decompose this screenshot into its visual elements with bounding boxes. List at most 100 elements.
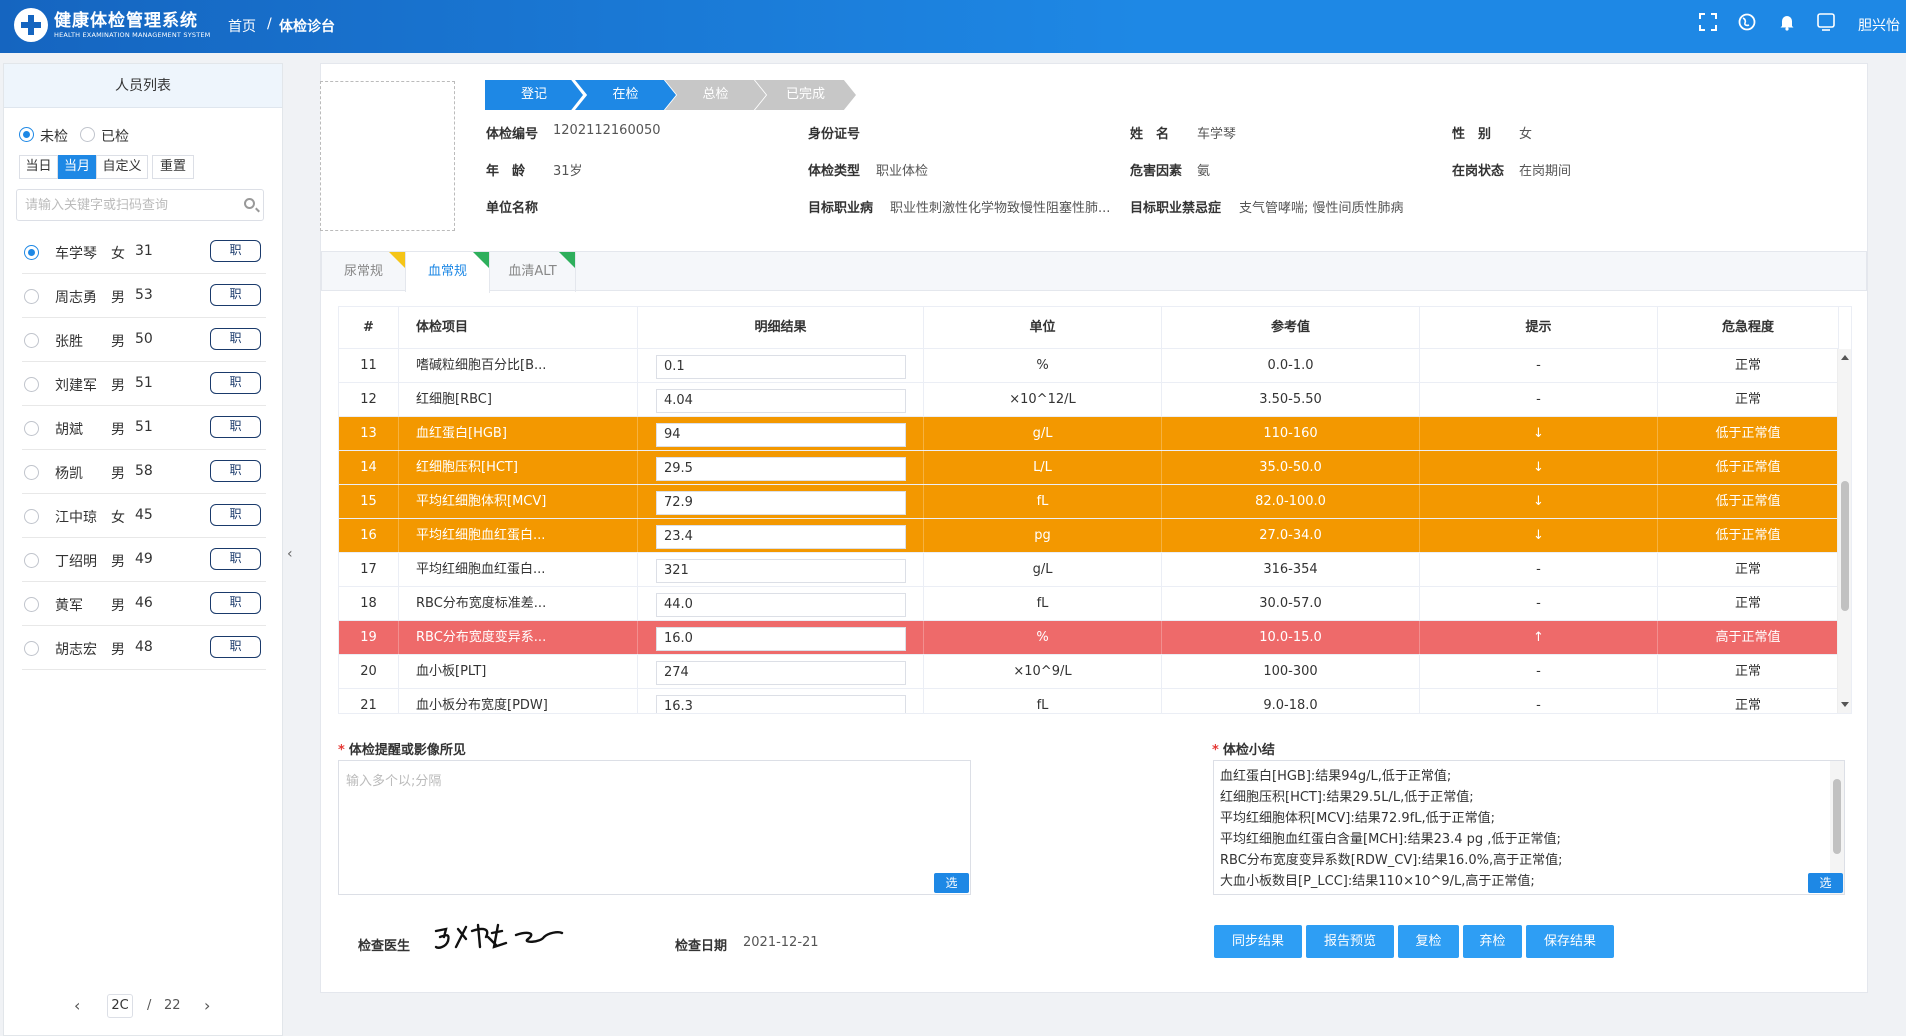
recheck-button[interactable]: 复检 xyxy=(1398,925,1459,958)
fullscreen-icon[interactable] xyxy=(1697,13,1719,35)
table-row[interactable]: 19 RBC分布宽度变异系... 16.0% 10.0-15.0 ↑ 高于正常值 xyxy=(339,621,1839,655)
tab-blood-routine[interactable]: 血常规 xyxy=(406,252,490,293)
occupational-tag[interactable]: 职 xyxy=(210,592,261,614)
person-list-item[interactable]: 周志勇男 53 职 xyxy=(22,274,266,318)
table-row[interactable]: 20 血小板[PLT] 274 ×10^9/L 100-300- 正常 xyxy=(339,655,1839,689)
cell-item: 血红蛋白[HGB] xyxy=(399,417,638,451)
result-input[interactable]: 94 xyxy=(656,423,906,447)
cell-no: 16 xyxy=(339,519,399,553)
prev-page-icon[interactable]: ‹ xyxy=(74,996,80,1015)
remark-textarea[interactable]: 输入多个以;分隔 xyxy=(338,760,971,895)
search-icon[interactable] xyxy=(244,198,255,209)
bell-icon[interactable] xyxy=(1776,13,1798,35)
table-row[interactable]: 12 红细胞[RBC] 4.04 ×10^12/L 3.50-5.50- 正常 xyxy=(339,383,1839,417)
summary-textarea[interactable]: 血红蛋白[HGB]:结果94g/L,低于正常值; 红细胞压积[HCT]:结果29.… xyxy=(1213,760,1845,895)
cell-reference: 30.0-57.0 xyxy=(1162,587,1420,621)
occupational-tag[interactable]: 职 xyxy=(210,328,261,350)
filter-reset[interactable]: 重置 xyxy=(152,155,194,179)
result-input[interactable]: 0.1 xyxy=(656,355,906,379)
table-row[interactable]: 17 平均红细胞血红蛋白... 321 g/L 316-354- 正常 xyxy=(339,553,1839,587)
filter-month[interactable]: 当月 xyxy=(58,155,96,179)
table-row[interactable]: 21 血小板分布宽度[PDW] 16.3 fL 9.0-18.0- 正常 xyxy=(339,689,1839,713)
person-select-radio[interactable] xyxy=(24,289,39,304)
person-select-radio[interactable] xyxy=(24,597,39,612)
result-input[interactable]: 72.9 xyxy=(656,491,906,515)
person-list-item[interactable]: 江中琼女 45 职 xyxy=(22,494,266,538)
breadcrumb-home[interactable]: 首页 xyxy=(228,16,256,36)
occupational-tag[interactable]: 职 xyxy=(210,636,261,658)
person-list-item[interactable]: 胡斌 男 51 职 xyxy=(22,406,266,450)
person-list-item[interactable]: 刘建军男 51 职 xyxy=(22,362,266,406)
search-input[interactable] xyxy=(17,190,227,220)
radio-checked-status[interactable] xyxy=(80,127,95,142)
occupational-tag[interactable]: 职 xyxy=(210,240,261,262)
person-select-radio[interactable] xyxy=(24,245,39,260)
person-list-item[interactable]: 丁绍明男 49 职 xyxy=(22,538,266,582)
person-select-radio[interactable] xyxy=(24,421,39,436)
person-list-item[interactable]: 张胜 男 50 职 xyxy=(22,318,266,362)
result-input[interactable]: 16.0 xyxy=(656,627,906,651)
sync-results-button[interactable]: 同步结果 xyxy=(1214,925,1302,958)
result-input[interactable]: 4.04 xyxy=(656,389,906,413)
exam-type-label: 体检类型 xyxy=(808,164,861,179)
occupational-tag[interactable]: 职 xyxy=(210,460,261,482)
monitor-icon[interactable] xyxy=(1815,13,1837,35)
scroll-up-icon[interactable] xyxy=(1841,355,1849,360)
result-input[interactable]: 321 xyxy=(656,559,906,583)
table-scrollbar[interactable] xyxy=(1837,349,1851,713)
cell-item: 红细胞压积[HCT] xyxy=(399,451,638,485)
person-age: 58 xyxy=(135,463,153,479)
scroll-down-icon[interactable] xyxy=(1841,702,1849,707)
globe-icon[interactable] xyxy=(1736,13,1758,35)
exam-item-tabs: 尿常规 血常规 血清ALT xyxy=(321,251,1867,293)
table-row[interactable]: 15 平均红细胞体积[MCV] 72.9 fL 82.0-100.0 ↓ 低于正常值 xyxy=(339,485,1839,519)
next-page-icon[interactable]: › xyxy=(204,996,210,1015)
remark-pick-button[interactable]: 选 xyxy=(934,873,969,893)
summary-line: 平均红细胞血红蛋白含量[MCH]:结果23.4 pg ,低于正常值; xyxy=(1220,832,1561,847)
tab-urine-routine[interactable]: 尿常规 xyxy=(322,252,406,292)
occupational-tag[interactable]: 职 xyxy=(210,416,261,438)
result-input[interactable]: 29.5 xyxy=(656,457,906,481)
person-select-radio[interactable] xyxy=(24,333,39,348)
scroll-thumb[interactable] xyxy=(1841,481,1849,611)
occupational-tag[interactable]: 职 xyxy=(210,372,261,394)
report-preview-button[interactable]: 报告预览 xyxy=(1306,925,1394,958)
table-row[interactable]: 14 红细胞压积[HCT] 29.5 L/L 35.0-50.0 ↓ 低于正常值 xyxy=(339,451,1839,485)
person-select-radio[interactable] xyxy=(24,641,39,656)
id-label: 身份证号 xyxy=(808,127,861,142)
table-row[interactable]: 13 血红蛋白[HGB] 94 g/L 110-160 ↓ 低于正常值 xyxy=(339,417,1839,451)
abandon-button[interactable]: 弃检 xyxy=(1463,925,1522,958)
save-results-button[interactable]: 保存结果 xyxy=(1526,925,1614,958)
person-list-item[interactable]: 黄军 男 46 职 xyxy=(22,582,266,626)
filter-today[interactable]: 当日 xyxy=(19,155,58,179)
person-select-radio[interactable] xyxy=(24,465,39,480)
status-corner-icon xyxy=(559,252,575,268)
name-value: 车学琴 xyxy=(1197,127,1237,142)
tab-serum-alt[interactable]: 血清ALT xyxy=(490,252,576,292)
result-input[interactable]: 16.3 xyxy=(656,695,906,713)
filter-custom[interactable]: 自定义 xyxy=(96,155,148,179)
radio-unchecked-status[interactable] xyxy=(19,127,34,142)
page-number-input[interactable]: 2C xyxy=(107,994,133,1018)
hazard-label: 危害因素 xyxy=(1130,164,1183,179)
result-input[interactable]: 23.4 xyxy=(656,525,906,549)
cell-hint: - xyxy=(1420,655,1658,689)
username[interactable]: 胆兴怡 xyxy=(1858,15,1900,35)
table-row[interactable]: 18 RBC分布宽度标准差... 44.0 fL 30.0-57.0- 正常 xyxy=(339,587,1839,621)
table-row[interactable]: 16 平均红细胞血红蛋白... 23.4 pg 27.0-34.0 ↓ 低于正常值 xyxy=(339,519,1839,553)
summary-pick-button[interactable]: 选 xyxy=(1808,873,1843,893)
collapse-panel-icon[interactable]: ‹ xyxy=(287,546,293,562)
person-list-item[interactable]: 胡志宏男 48 职 xyxy=(22,626,266,670)
occupational-tag[interactable]: 职 xyxy=(210,284,261,306)
summary-scroll-thumb[interactable] xyxy=(1833,779,1841,854)
person-select-radio[interactable] xyxy=(24,553,39,568)
person-list-item[interactable]: 杨凯 男 58 职 xyxy=(22,450,266,494)
occupational-tag[interactable]: 职 xyxy=(210,548,261,570)
result-input[interactable]: 274 xyxy=(656,661,906,685)
table-row[interactable]: 11 嗜碱粒细胞百分比[B... 0.1% 0.0-1.0- 正常 xyxy=(339,349,1839,383)
result-input[interactable]: 44.0 xyxy=(656,593,906,617)
person-list-item[interactable]: 车学琴女 31 职 xyxy=(22,230,266,274)
person-select-radio[interactable] xyxy=(24,509,39,524)
person-select-radio[interactable] xyxy=(24,377,39,392)
occupational-tag[interactable]: 职 xyxy=(210,504,261,526)
